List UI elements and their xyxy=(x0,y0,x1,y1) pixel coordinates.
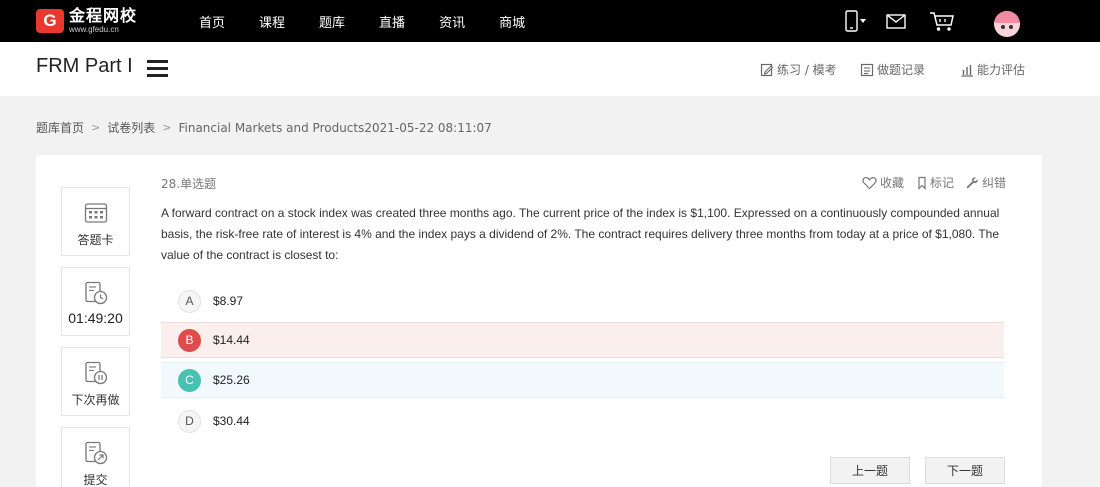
do-later-button[interactable]: 下次再做 xyxy=(61,347,130,416)
option-b-wrong[interactable]: B $14.44 xyxy=(161,322,1004,358)
option-letter: B xyxy=(178,328,201,352)
heart-icon xyxy=(862,176,877,189)
mobile-icon[interactable] xyxy=(843,10,869,32)
next-question-button[interactable]: 下一题 xyxy=(925,457,1005,484)
option-letter: A xyxy=(178,289,201,313)
cart-icon[interactable] xyxy=(929,10,955,32)
submit-button[interactable]: 提交 xyxy=(61,427,130,487)
logo-title: 金程网校 xyxy=(69,6,138,25)
report-error-button[interactable]: 纠错 xyxy=(965,174,1006,191)
exam-subheader: FRM Part I 练习 / 模考 做题记录 能力评估 xyxy=(0,42,1100,96)
timer-panel: 01:49:20 xyxy=(61,267,130,336)
answer-card-label: 答题卡 xyxy=(77,233,114,247)
breadcrumb: 题库首页 > 试卷列表 > Financial Markets and Prod… xyxy=(36,119,492,136)
timer-value: 01:49:20 xyxy=(68,310,123,326)
breadcrumb-separator-icon: > xyxy=(162,121,172,134)
top-navbar: G 金程网校 www.gfedu.cn 首页 课程 题库 直播 资讯 商城 xyxy=(0,0,1100,42)
avatar-eye-left xyxy=(1001,25,1005,29)
mail-icon[interactable] xyxy=(885,10,907,32)
assessment-link[interactable]: 能力评估 xyxy=(960,61,1025,78)
option-a[interactable]: A $8.97 xyxy=(161,283,1004,319)
logo-text: 金程网校 www.gfedu.cn xyxy=(69,8,137,34)
answer-sheet-icon xyxy=(84,203,107,223)
nav-item-question-bank[interactable]: 题库 xyxy=(319,12,345,31)
nav-item-live[interactable]: 直播 xyxy=(379,12,405,31)
logo-mark-icon: G xyxy=(36,9,64,33)
submit-icon xyxy=(84,441,107,465)
practice-exam-link[interactable]: 练习 / 模考 xyxy=(760,61,837,78)
option-c-correct[interactable]: C $25.26 xyxy=(161,362,1004,398)
edit-icon xyxy=(760,63,774,76)
question-number: 28.单选题 xyxy=(161,177,217,191)
mark-button[interactable]: 标记 xyxy=(917,174,954,191)
bookmark-icon xyxy=(918,176,926,190)
do-later-label: 下次再做 xyxy=(71,393,120,407)
menu-icon[interactable] xyxy=(147,60,168,77)
site-logo[interactable]: G 金程网校 www.gfedu.cn xyxy=(36,8,137,34)
avatar-eye-right xyxy=(1009,25,1013,29)
nav-item-news[interactable]: 资讯 xyxy=(439,12,465,31)
option-letter: C xyxy=(178,368,201,392)
question-card: 答题卡 01:49:20 下次再做 提交 28.单选题 收藏 标记 纠错 A f… xyxy=(36,155,1042,487)
favorite-button[interactable]: 收藏 xyxy=(862,174,904,191)
option-text: $8.97 xyxy=(213,294,244,308)
submit-label: 提交 xyxy=(83,473,108,487)
logo-domain: www.gfedu.cn xyxy=(69,25,119,34)
nav-item-mall[interactable]: 商城 xyxy=(499,12,525,31)
breadcrumb-paper-list[interactable]: 试卷列表 xyxy=(107,119,155,136)
question-text: A forward contract on a stock index was … xyxy=(161,206,1000,262)
main-nav: 首页 课程 题库 直播 资讯 商城 xyxy=(199,0,559,42)
nav-item-home[interactable]: 首页 xyxy=(199,12,225,31)
bar-chart-icon xyxy=(961,64,973,77)
option-text: $25.26 xyxy=(213,373,250,387)
report-error-label: 纠错 xyxy=(982,176,1007,190)
nav-item-courses[interactable]: 课程 xyxy=(259,12,285,31)
user-avatar[interactable] xyxy=(994,11,1020,37)
prev-question-button[interactable]: 上一题 xyxy=(830,457,910,484)
breadcrumb-home[interactable]: 题库首页 xyxy=(36,119,84,136)
option-text: $14.44 xyxy=(213,333,250,347)
option-d[interactable]: D $30.44 xyxy=(161,403,1004,439)
assessment-label: 能力评估 xyxy=(977,63,1026,77)
avatar-hair xyxy=(994,11,1020,23)
records-label: 做题记录 xyxy=(877,63,926,77)
pause-icon xyxy=(84,361,107,385)
page-title: FRM Part I xyxy=(36,55,133,77)
option-letter: D xyxy=(178,409,201,433)
wrench-icon xyxy=(966,176,978,188)
breadcrumb-separator-icon: > xyxy=(91,121,101,134)
mark-label: 标记 xyxy=(930,176,955,190)
answer-card-button[interactable]: 答题卡 xyxy=(61,187,130,256)
record-icon xyxy=(860,63,874,76)
breadcrumb-current: Financial Markets and Products2021-05-22… xyxy=(178,120,492,135)
records-link[interactable]: 做题记录 xyxy=(860,61,925,78)
option-text: $30.44 xyxy=(213,414,250,428)
clock-icon xyxy=(84,281,107,305)
favorite-label: 收藏 xyxy=(880,176,905,190)
practice-exam-label: 练习 / 模考 xyxy=(777,63,837,77)
